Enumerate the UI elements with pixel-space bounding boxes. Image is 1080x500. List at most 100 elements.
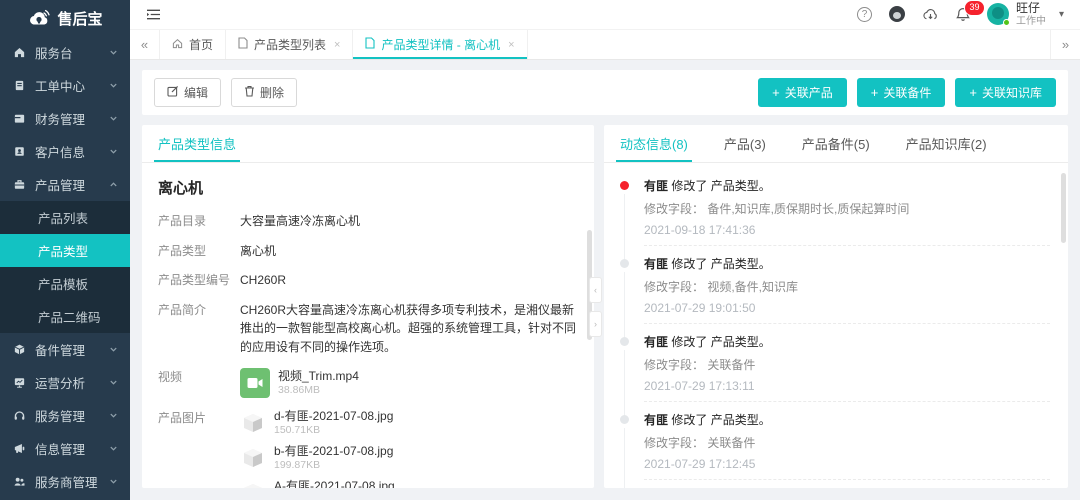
edit-label: 编辑 bbox=[184, 84, 208, 101]
action-text: 修改了 产品类型。 bbox=[671, 179, 770, 193]
detail-panels: 产品类型信息 离心机 产品目录 大容量高速冷冻离心机 产品类型 离心机 bbox=[142, 125, 1068, 488]
panel-collapse-right-icon[interactable]: › bbox=[589, 311, 602, 337]
right-panel-scrollbar[interactable] bbox=[1061, 173, 1066, 243]
user-status: 工作中 bbox=[1016, 16, 1046, 28]
delete-label: 删除 bbox=[260, 84, 284, 101]
document-icon bbox=[365, 37, 375, 52]
monitor-chart-icon bbox=[12, 376, 26, 390]
sidebar-item-customer-info[interactable]: 客户信息 bbox=[0, 135, 130, 168]
product-submenu: 产品列表 产品类型 产品模板 产品二维码 bbox=[0, 201, 130, 333]
tab-product-type-list[interactable]: 产品类型列表 × bbox=[226, 30, 353, 59]
cloud-headset-logo-icon bbox=[27, 9, 51, 27]
chevron-down-icon bbox=[109, 411, 118, 420]
tab-product-type-detail[interactable]: 产品类型详情 - 离心机 × bbox=[353, 30, 527, 59]
sidebar-item-label: 工单中心 bbox=[35, 76, 85, 95]
action-text: 修改了 产品类型。 bbox=[671, 335, 770, 349]
field-label: 产品图片 bbox=[158, 409, 240, 488]
field-label: 视频 bbox=[158, 368, 240, 398]
sidebar-item-workorder-center[interactable]: 工单中心 bbox=[0, 69, 130, 102]
activity-timeline: 有匪 修改了 产品类型。 修改字段： 备件,知识库,质保期时长,质保起算时间 2… bbox=[604, 163, 1068, 488]
sidebar-item-parts-mgmt[interactable]: 备件管理 bbox=[0, 333, 130, 366]
sidebar-item-analytics[interactable]: 运营分析 bbox=[0, 366, 130, 399]
users-icon bbox=[12, 475, 26, 489]
sidebar-item-label: 备件管理 bbox=[35, 340, 85, 359]
wallet-icon bbox=[12, 112, 26, 126]
sidebar-subitem-product-qrcode[interactable]: 产品二维码 bbox=[0, 300, 130, 333]
sidebar-item-provider-mgmt[interactable]: 服务商管理 bbox=[0, 465, 130, 498]
file-size: 150.71KB bbox=[274, 424, 393, 437]
subitem-label: 产品类型 bbox=[38, 241, 88, 260]
tab-product-parts[interactable]: 产品备件(5) bbox=[802, 134, 870, 162]
id-card-icon bbox=[12, 145, 26, 159]
field-label: 产品目录 bbox=[158, 212, 240, 231]
sidebar-item-product-mgmt[interactable]: 产品管理 bbox=[0, 168, 130, 201]
notification-bell-icon[interactable]: 39 bbox=[956, 7, 970, 22]
actor-name: 有匪 bbox=[644, 257, 668, 271]
plus-icon: + bbox=[969, 86, 977, 99]
link-actions: + 关联产品 +关联备件 +关联知识库 bbox=[758, 78, 1056, 107]
product-type-title: 离心机 bbox=[158, 177, 578, 198]
sidebar-subitem-product-type[interactable]: 产品类型 bbox=[0, 234, 130, 267]
tab-label: 产品类型详情 - 离心机 bbox=[381, 36, 500, 53]
tabs-scroll-right-icon[interactable]: » bbox=[1050, 30, 1080, 59]
actor-name: 有匪 bbox=[644, 413, 668, 427]
sidebar-item-service-mgmt[interactable]: 服务管理 bbox=[0, 399, 130, 432]
image-file[interactable]: d-有匪-2021-07-08.jpg 150.71KB bbox=[240, 409, 578, 437]
timeline-entry: 有匪 修改了 产品类型。 修改字段： 备件,知识库,质保期时长,质保起算时间 2… bbox=[620, 177, 1050, 255]
sidebar-item-info-mgmt[interactable]: 信息管理 bbox=[0, 432, 130, 465]
timeline-entry: 有匪 修改了 产品类型。 修改字段： 关联备件 2021-07-29 17:12… bbox=[620, 411, 1050, 488]
close-icon[interactable]: × bbox=[508, 39, 514, 51]
image-file[interactable]: b-有匪-2021-07-08.jpg 199.87KB bbox=[240, 444, 578, 472]
brand-name: 售后宝 bbox=[57, 8, 102, 29]
link-product-button[interactable]: + 关联产品 bbox=[758, 78, 847, 107]
action-text: 修改了 产品类型。 bbox=[671, 413, 770, 427]
file-name: 视频_Trim.mp4 bbox=[278, 369, 359, 384]
tab-product-knowledge[interactable]: 产品知识库(2) bbox=[906, 134, 987, 162]
field-value: 离心机 bbox=[240, 242, 578, 261]
timeline-rail bbox=[620, 177, 644, 255]
sidebar-subitem-product-template[interactable]: 产品模板 bbox=[0, 267, 130, 300]
link-knowledge-button[interactable]: +关联知识库 bbox=[955, 78, 1056, 107]
timestamp: 2021-09-18 17:41:36 bbox=[644, 223, 1050, 237]
cloud-download-icon[interactable] bbox=[922, 8, 939, 21]
timeline-rail bbox=[620, 411, 644, 488]
sidebar-item-finance[interactable]: 财务管理 bbox=[0, 102, 130, 135]
chevron-down-icon bbox=[109, 114, 118, 123]
chevron-down-icon bbox=[109, 81, 118, 90]
tabs-scroll-left-icon[interactable]: « bbox=[130, 30, 160, 59]
user-menu[interactable]: 旺仔 工作中 ▾ bbox=[987, 1, 1064, 27]
timeline-dot bbox=[620, 337, 629, 346]
video-file[interactable]: 视频_Trim.mp4 38.86MB bbox=[240, 368, 578, 398]
image-thumbnail bbox=[240, 410, 266, 436]
support-agent-icon[interactable] bbox=[889, 6, 905, 22]
online-status-dot bbox=[1003, 19, 1010, 26]
tab-products[interactable]: 产品(3) bbox=[724, 134, 766, 162]
trash-icon bbox=[244, 85, 255, 100]
timeline-dot bbox=[620, 415, 629, 424]
link-product-label: 关联产品 bbox=[785, 84, 833, 101]
sidebar-subitem-product-list[interactable]: 产品列表 bbox=[0, 201, 130, 234]
image-file[interactable]: A-有匪-2021-07-08.jpg 153.42KB bbox=[240, 479, 578, 488]
file-size: 199.87KB bbox=[274, 459, 393, 472]
timeline-rail bbox=[620, 255, 644, 333]
plus-icon: + bbox=[772, 86, 780, 99]
edit-button[interactable]: 编辑 bbox=[154, 78, 221, 107]
link-parts-button[interactable]: +关联备件 bbox=[857, 78, 946, 107]
app-logo: 售后宝 bbox=[0, 0, 130, 36]
timeline-entry: 有匪 修改了 产品类型。 修改字段： 视频,备件,知识库 2021-07-29 … bbox=[620, 255, 1050, 333]
caret-down-icon[interactable]: ▾ bbox=[1059, 9, 1064, 20]
field-value: CH260R大容量高速冷冻离心机获得多项专利技术，是湘仪最新推出的一款智能型高校… bbox=[240, 301, 578, 357]
plus-icon: + bbox=[871, 86, 879, 99]
tab-home[interactable]: 首页 bbox=[160, 30, 226, 59]
change-detail: 修改字段： 关联备件 bbox=[644, 434, 1050, 451]
help-icon[interactable]: ? bbox=[857, 7, 872, 22]
close-icon[interactable]: × bbox=[334, 39, 340, 51]
tab-product-type-info[interactable]: 产品类型信息 bbox=[158, 134, 236, 162]
sidebar: 售后宝 服务台 工单中心 财务管理 客户信息 bbox=[0, 0, 130, 500]
sidebar-collapse-icon[interactable] bbox=[146, 8, 161, 21]
sidebar-item-service-desk[interactable]: 服务台 bbox=[0, 36, 130, 69]
chevron-down-icon bbox=[109, 48, 118, 57]
panel-collapse-left-icon[interactable]: ‹ bbox=[589, 277, 602, 303]
tab-activity-feed[interactable]: 动态信息(8) bbox=[620, 134, 688, 162]
delete-button[interactable]: 删除 bbox=[231, 78, 297, 107]
